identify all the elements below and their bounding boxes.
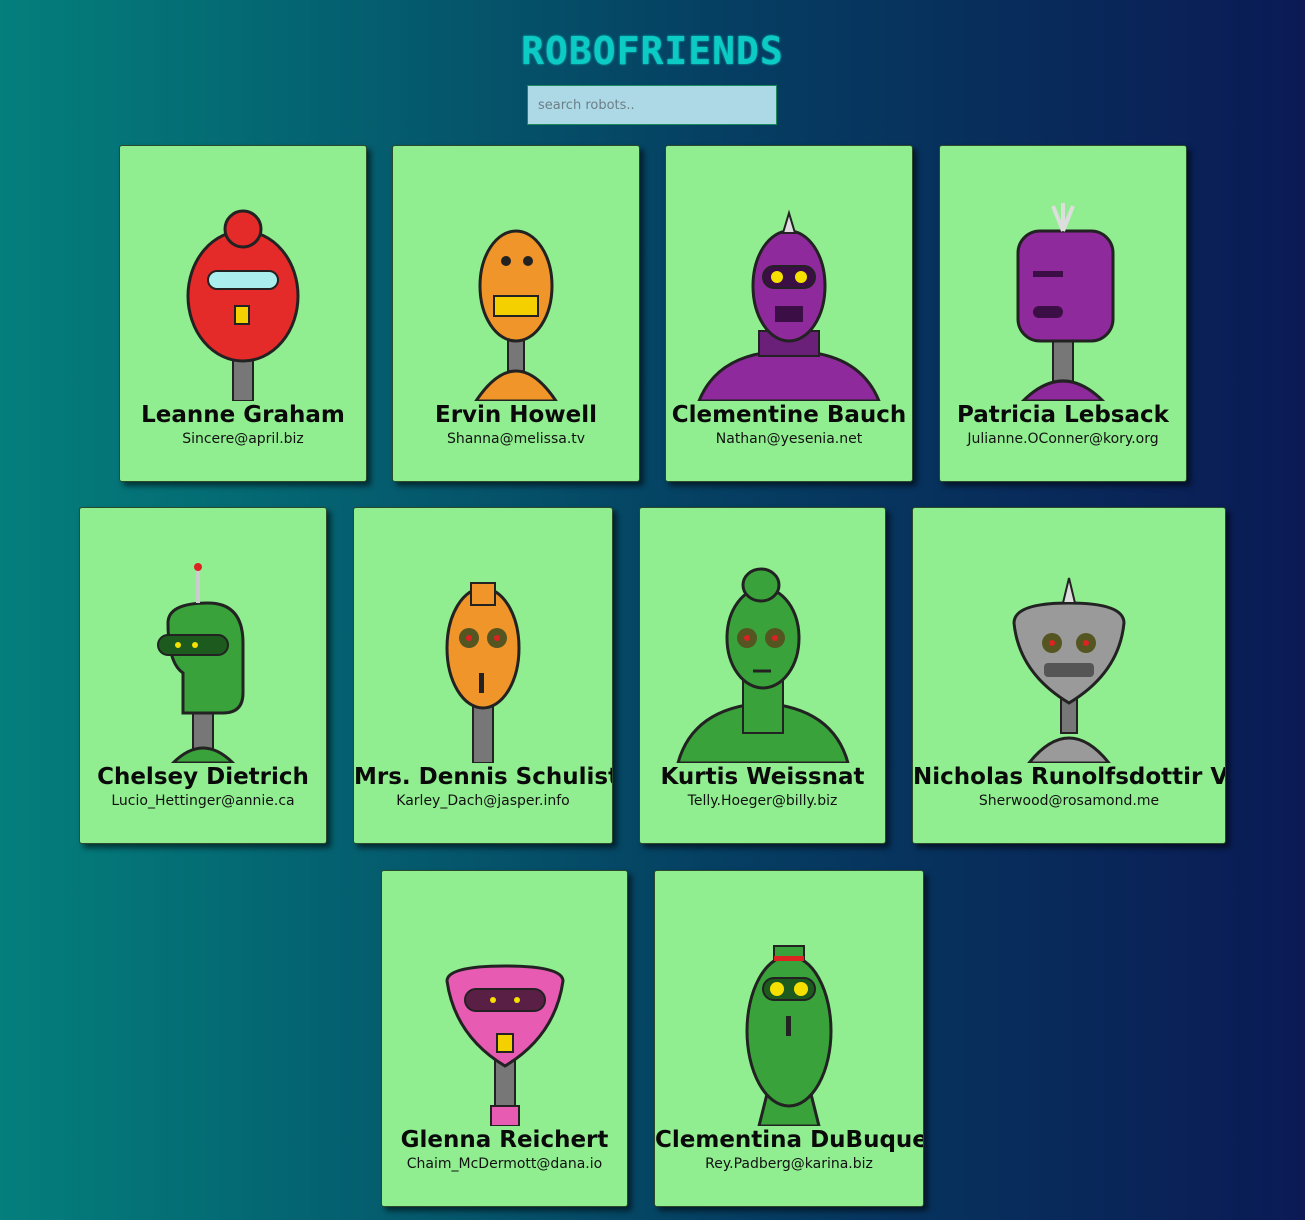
robot-name: Clementine Bauch xyxy=(671,402,907,428)
robot-image xyxy=(157,563,245,763)
search-input[interactable] xyxy=(527,85,777,125)
robot-email: Shanna@melissa.tv xyxy=(446,431,586,447)
robot-email: Karley_Dach@jasper.info xyxy=(396,793,570,809)
robot-email: Sherwood@rosamond.me xyxy=(978,793,1160,809)
robot-card[interactable]: Chelsey Dietrich Lucio_Hettinger@annie.c… xyxy=(79,507,327,844)
robot-email: Sincere@april.biz xyxy=(182,431,304,447)
robot-email: Rey.Padberg@karina.biz xyxy=(705,1156,873,1172)
robot-email: Chaim_McDermott@dana.io xyxy=(406,1156,603,1172)
robot-name: Leanne Graham xyxy=(141,402,345,428)
robot-card[interactable]: Kurtis Weissnat Telly.Hoeger@billy.biz xyxy=(639,507,886,844)
robot-email: Lucio_Hettinger@annie.ca xyxy=(111,793,295,809)
robot-name: Mrs. Dennis Schulist xyxy=(354,764,613,790)
robot-name: Glenna Reichert xyxy=(400,1127,609,1153)
robot-image xyxy=(675,567,850,763)
robot-image xyxy=(445,582,521,763)
app-title: ROBOFRIENDS xyxy=(521,29,784,73)
robot-card[interactable]: Nicholas Runolfsdottir V Sherwood@rosamo… xyxy=(912,507,1226,844)
robot-email: Telly.Hoeger@billy.biz xyxy=(687,793,838,809)
robot-image xyxy=(186,209,300,401)
robot-image xyxy=(1012,577,1126,763)
robot-image xyxy=(745,945,833,1126)
robot-name: Clementina DuBuque xyxy=(655,1127,924,1153)
robot-card[interactable]: Leanne Graham Sincere@april.biz xyxy=(119,145,367,482)
robot-name: Kurtis Weissnat xyxy=(660,764,865,790)
robot-image xyxy=(444,964,565,1126)
robot-name: Ervin Howell xyxy=(435,402,597,428)
robot-card[interactable]: Clementina DuBuque Rey.Padberg@karina.bi… xyxy=(654,870,924,1207)
robot-card[interactable]: Clementine Bauch Nathan@yesenia.net xyxy=(665,145,913,482)
robot-email: Nathan@yesenia.net xyxy=(715,431,863,447)
robot-card[interactable]: Ervin Howell Shanna@melissa.tv xyxy=(392,145,640,482)
robot-name: Chelsey Dietrich xyxy=(97,764,309,790)
robot-name: Patricia Lebsack xyxy=(957,402,1169,428)
robot-image xyxy=(697,209,881,401)
robot-card[interactable]: Mrs. Dennis Schulist Karley_Dach@jasper.… xyxy=(353,507,613,844)
robot-card[interactable]: Patricia Lebsack Julianne.OConner@kory.o… xyxy=(939,145,1187,482)
robot-image xyxy=(1016,203,1115,401)
robot-card[interactable]: Glenna Reichert Chaim_McDermott@dana.io xyxy=(381,870,628,1207)
robot-image xyxy=(474,229,558,401)
robot-name: Nicholas Runolfsdottir V xyxy=(913,764,1226,790)
robot-email: Julianne.OConner@kory.org xyxy=(967,431,1159,447)
